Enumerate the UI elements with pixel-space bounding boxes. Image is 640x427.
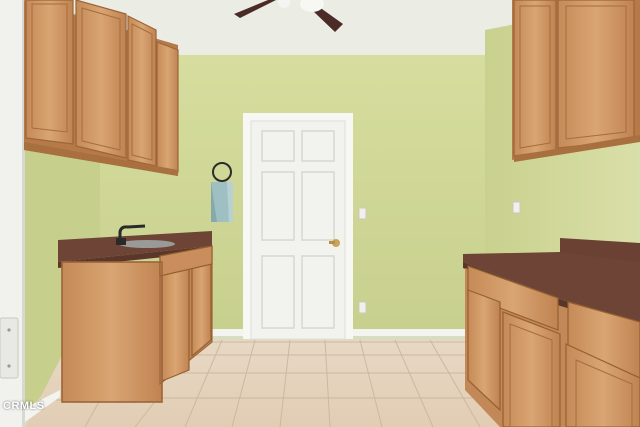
sink-basin xyxy=(119,240,175,248)
wall-outlet xyxy=(512,201,521,214)
watermark-logo: CRMLS xyxy=(3,400,45,412)
laundry-room-photo: CRMLS xyxy=(0,0,640,427)
door xyxy=(250,120,346,340)
lower-right-cabinets xyxy=(463,238,640,427)
light-switch xyxy=(358,207,367,220)
wall-outlet xyxy=(358,301,367,314)
baseboard xyxy=(350,329,468,336)
room-illustration xyxy=(0,0,640,427)
upper-right-cabinets xyxy=(512,0,640,162)
light-switch-plate xyxy=(0,317,19,379)
